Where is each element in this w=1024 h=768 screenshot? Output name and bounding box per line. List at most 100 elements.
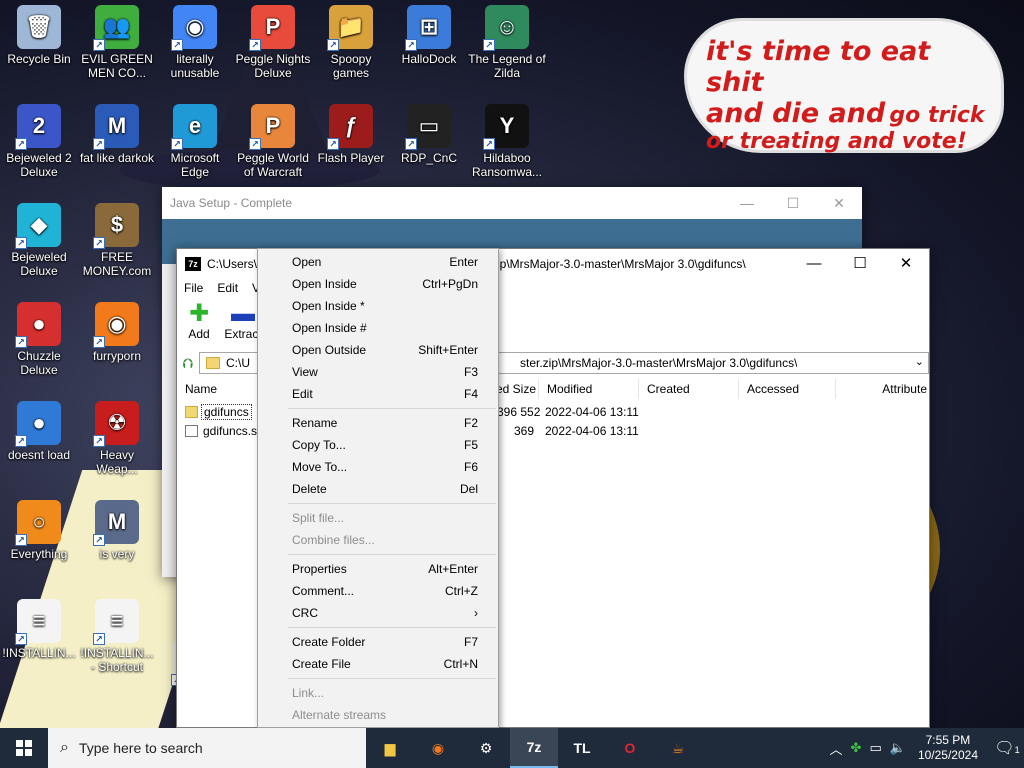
desktop-icon[interactable]: P ↗ Peggle World of Warcraft [234,104,312,179]
7zip-close-button[interactable]: ✕ [883,249,929,279]
desktop-icon[interactable]: ◆ ↗ Bejeweled Deluxe [0,203,78,278]
context-menu-item[interactable]: Edit F4 [258,383,498,405]
context-menu-item[interactable]: Open Outside Shift+Enter [258,339,498,361]
context-menu-item[interactable]: CRC › [258,602,498,624]
network-icon[interactable]: ▭ [869,740,881,756]
java-maximize-button[interactable]: ☐ [770,187,816,219]
desktop-icon[interactable]: ● ↗ Chuzzle Deluxe [0,302,78,377]
menu-edit[interactable]: Edit [210,279,245,299]
7zip-maximize-button[interactable]: ☐ [837,249,883,279]
app-icon: ◆ ↗ [15,203,61,249]
shortcut-arrow-icon: ↗ [93,336,105,348]
context-menu-item[interactable]: Open Enter [258,251,498,273]
notification-center-icon[interactable]: 🗨1 [990,738,1024,758]
desktop-icon[interactable]: ◉ ↗ furryporn [78,302,156,363]
column-accessed[interactable]: Accessed [739,379,836,399]
desktop-icon-label: Everything [10,547,68,561]
desktop-icon[interactable]: M ↗ fat like darkok [78,104,156,165]
java-close-button[interactable]: ✕ [816,187,862,219]
menu-separator [288,503,496,504]
app-icon: e ↗ [171,104,217,150]
context-menu-item[interactable]: Properties Alt+Enter [258,558,498,580]
taskbar-firefox-icon[interactable]: ◉ [414,728,462,768]
column-name[interactable]: Name [177,379,259,399]
desktop-icon[interactable]: Y ↗ Hildaboo Ransomwa... [468,104,546,179]
menu-item-shortcut: F2 [463,416,478,430]
java-minimize-button[interactable]: — [724,187,770,219]
desktop-icon[interactable]: ○ ↗ Everything [0,500,78,561]
desktop-icon[interactable]: ▭ ↗ RDP_CnC [390,104,468,165]
desktop-icon[interactable]: 🗑 Recycle Bin [0,5,78,66]
context-menu-item[interactable]: Create File Ctrl+N [258,653,498,675]
shortcut-arrow-icon: ↗ [405,138,417,150]
add-button[interactable]: ✚ Add [177,301,221,347]
desktop-icon[interactable]: ⊞ ↗ HalloDock [390,5,468,66]
menu-separator [288,627,496,628]
shortcut-arrow-icon: ↗ [93,435,105,447]
java-window-controls: — ☐ ✕ [724,187,862,219]
address-dropdown-icon[interactable]: ⌄ [915,355,924,368]
7zip-minimize-button[interactable]: — [791,249,837,279]
app-icon: ○ ↗ [15,500,61,546]
search-icon: ⌕ [60,739,69,756]
desktop-icon[interactable]: ≡ ↗ !INSTALLIN... - Shortcut [78,599,156,674]
column-modified[interactable]: Modified [539,379,639,399]
desktop-icon[interactable]: P ↗ Peggle Nights Deluxe [234,5,312,80]
desktop-icon[interactable]: 📁 ↗ Spoopy games [312,5,390,80]
desktop-icon[interactable]: ≡ ↗ !INSTALLIN... [0,599,78,660]
volume-icon[interactable]: 🔈 [890,740,906,756]
menu-item-label: Open Inside [292,277,357,291]
context-menu-item[interactable]: Delete Del [258,478,498,500]
column-attributes[interactable]: Attribute [836,379,929,399]
desktop-icon[interactable]: 2 ↗ Bejeweled 2 Deluxe [0,104,78,179]
desktop-icon-label: Peggle Nights Deluxe [235,52,311,80]
context-menu-item[interactable]: Create Folder F7 [258,631,498,653]
taskbar-clock[interactable]: 7:55 PM 10/25/2024 [918,733,978,763]
context-menu-item[interactable]: Comment... Ctrl+Z [258,580,498,602]
shortcut-arrow-icon: ↗ [483,138,495,150]
context-menu-item[interactable]: Open Inside Ctrl+PgDn [258,273,498,295]
context-menu-item: Combine files... [258,529,498,551]
7zip-window-controls: — ☐ ✕ [791,249,929,279]
start-button[interactable] [0,728,48,768]
taskbar-opera-icon[interactable]: O [606,728,654,768]
desktop-icon-label: Peggle World of Warcraft [237,151,309,179]
taskbar-file-explorer-icon[interactable]: ▆ [366,728,414,768]
desktop-icon[interactable]: M ↗ is very [78,500,156,561]
windows-logo-icon [16,740,32,756]
taskbar-settings-icon[interactable]: ⚙ [462,728,510,768]
context-menu-item[interactable]: Copy To... F5 [258,434,498,456]
column-created[interactable]: Created [639,379,739,399]
desktop-icon-label: Spoopy games [330,52,372,80]
taskbar-tl-icon[interactable]: TL [558,728,606,768]
tray-chevron-icon[interactable]: ︿ [830,739,843,758]
desktop-icon[interactable]: $ ↗ FREE MONEY.com [78,203,156,278]
desktop-icon[interactable]: ● ↗ doesnt load [0,401,78,462]
7zip-app-icon: 7z [185,257,201,271]
taskbar-search-box[interactable]: ⌕ Type here to search [48,728,366,768]
menu-item-shortcut: Ctrl+N [443,657,478,671]
desktop-icon[interactable]: ƒ ↗ Flash Player [312,104,390,165]
context-menu-item[interactable]: Rename F2 [258,412,498,434]
context-menu-item[interactable]: View F3 [258,361,498,383]
desktop-icon[interactable]: ☺ ↗ The Legend of Zilda [468,5,546,80]
cloud-line-2a: and die and [706,98,886,130]
menu-file[interactable]: File [177,279,210,299]
taskbar-java-icon[interactable]: ☕ [654,728,702,768]
column-packed-size[interactable]: ed Size [494,379,539,399]
context-menu-item[interactable]: Move To... F6 [258,456,498,478]
desktop-icon[interactable]: e ↗ Microsoft Edge [156,104,234,179]
folder-icon [185,405,198,418]
app-icon: ☢ ↗ [93,401,139,447]
desktop-icon[interactable]: ◉ ↗ literally unusable [156,5,234,80]
context-menu-item[interactable]: Open Inside * [258,295,498,317]
desktop-icon[interactable]: 👥 ↗ EVIL GREEN MEN CO... [78,5,156,80]
shortcut-arrow-icon: ↗ [15,336,27,348]
taskbar-7zip-icon[interactable]: 7z [510,728,558,768]
desktop-icon[interactable]: ☢ ↗ Heavy Weap... [78,401,156,476]
app-icon: P ↗ [249,5,295,51]
up-folder-icon[interactable]: ⮉ [177,355,199,372]
menu-item-label: Rename [292,416,338,430]
context-menu-item[interactable]: Open Inside # [258,317,498,339]
tray-app-icon[interactable]: ✤ [851,740,862,756]
